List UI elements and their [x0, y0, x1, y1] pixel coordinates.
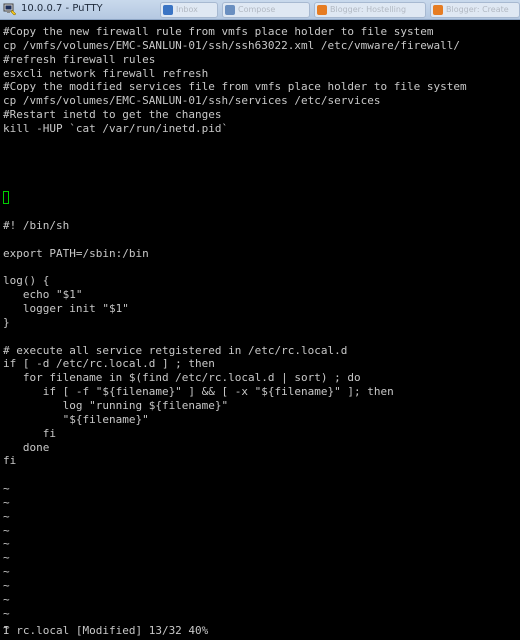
terminal-line: logger init "$1"	[3, 302, 129, 315]
taskbar-tab-compose[interactable]: Compose	[222, 2, 310, 18]
terminal-line: echo "$1"	[3, 288, 83, 302]
terminal-line: export PATH=/sbin:/bin	[3, 246, 149, 260]
vi-status-line: I rc.local [Modified] 13/32 40%	[3, 624, 209, 637]
taskbar-tab-blogger-create[interactable]: Blogger: Create	[430, 2, 520, 18]
terminal-line: done	[3, 440, 50, 454]
terminal-line: if [ -d /etc/rc.local.d ] ; then	[3, 357, 215, 371]
terminal-line: cp /vmfs/volumes/EMC-SANLUN-01/ssh/servi…	[3, 94, 381, 108]
vi-empty-line-marker: ~	[3, 565, 10, 579]
mail-icon	[163, 5, 173, 15]
terminal-line: #! /bin/sh	[3, 218, 70, 232]
terminal-line: fi	[3, 426, 56, 440]
terminal-line: esxcli network firewall refresh	[3, 66, 209, 80]
terminal-line: #refresh firewall rules	[3, 52, 156, 66]
blogger-icon	[433, 5, 443, 15]
vi-empty-line-marker: ~	[3, 537, 10, 551]
vi-empty-line-marker: ~	[3, 606, 10, 620]
terminal-line: log "running ${filename}"	[3, 398, 229, 412]
terminal-line: fi	[3, 454, 17, 468]
taskbar-tab-inbox[interactable]: Inbox	[160, 2, 218, 18]
window-title: 10.0.0.7 - PuTTY	[21, 3, 103, 14]
vi-empty-line-marker: ~	[3, 592, 10, 606]
terminal-line: # execute all service retgistered in /et…	[3, 343, 348, 357]
title-bar[interactable]: 10.0.0.7 - PuTTY Inbox Compose Blogger: …	[0, 0, 520, 20]
vi-empty-line-marker: ~	[3, 509, 10, 523]
terminal-line: if [ -f "${filename}" ] && [ -x "${filen…	[3, 385, 394, 399]
putty-window: 10.0.0.7 - PuTTY Inbox Compose Blogger: …	[0, 0, 520, 640]
vi-empty-line-marker: ~	[3, 551, 10, 565]
terminal-line: cp /vmfs/volumes/EMC-SANLUN-01/ssh/ssh63…	[3, 38, 460, 52]
terminal-line: log() {	[3, 274, 50, 288]
vi-empty-line-marker: ~	[3, 482, 10, 496]
putty-icon	[3, 3, 17, 16]
terminal-line: #Copy the new firewall rule from vmfs pl…	[3, 25, 434, 38]
terminal-line: }	[3, 315, 10, 329]
doc-icon	[225, 5, 235, 15]
terminal-area[interactable]: #Copy the new firewall rule from vmfs pl…	[0, 20, 520, 640]
vi-empty-line-marker: ~	[3, 523, 10, 537]
vi-empty-line-marker: ~	[3, 579, 10, 592]
vi-empty-line-marker: ~	[3, 495, 10, 509]
terminal-line: "${filename}"	[3, 412, 149, 426]
terminal-line: #Restart inetd to get the changes	[3, 108, 222, 122]
taskbar-tab-blogger-hostelling[interactable]: Blogger: Hostelling	[314, 2, 426, 18]
terminal-line: kill -HUP `cat /var/run/inetd.pid`	[3, 121, 229, 135]
terminal-line: #Copy the modified services file from vm…	[3, 80, 467, 94]
terminal-line: for filename in $(find /etc/rc.local.d |…	[3, 371, 361, 385]
text-cursor	[3, 191, 9, 204]
blogger-icon	[317, 5, 327, 15]
background-taskbar: Inbox Compose Blogger: Hostelling Blogge…	[160, 1, 520, 19]
